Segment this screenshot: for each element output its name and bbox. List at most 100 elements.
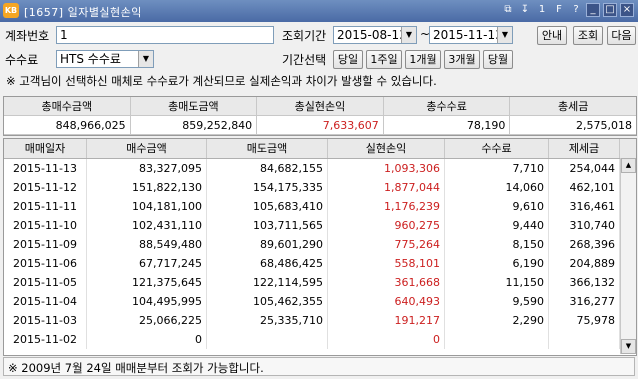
cell-buy: 102,431,110 bbox=[87, 216, 207, 235]
cell-fee: 6,190 bbox=[445, 254, 549, 273]
table-row[interactable]: 2015-11-04 104,495,995 105,462,355 640,493 9… bbox=[4, 292, 636, 311]
cell-sell bbox=[207, 330, 328, 349]
cell-date: 2015-11-06 bbox=[4, 254, 87, 273]
table-row[interactable]: 2015-11-10 102,431,110 103,711,565 960,275 9… bbox=[4, 216, 636, 235]
cell-pnl: 1,093,306 bbox=[328, 159, 445, 178]
period-today-button[interactable]: 당일 bbox=[333, 50, 363, 69]
fee-select[interactable]: HTS 수수료 ▼ bbox=[56, 50, 154, 68]
cell-buy: 0 bbox=[87, 330, 207, 349]
minimize-icon[interactable]: _ bbox=[586, 3, 600, 17]
query-button[interactable]: 조회 bbox=[573, 26, 603, 45]
cell-date: 2015-11-11 bbox=[4, 197, 87, 216]
cell-pnl: 960,275 bbox=[328, 216, 445, 235]
next-button[interactable]: 다음 bbox=[607, 26, 636, 45]
cell-pnl: 1,877,044 bbox=[328, 178, 445, 197]
summary-header-pnl: 총실현손익 bbox=[257, 97, 384, 116]
scroll-down-icon[interactable]: ▼ bbox=[621, 339, 636, 354]
cell-date: 2015-11-09 bbox=[4, 235, 87, 254]
cell-fee: 9,440 bbox=[445, 216, 549, 235]
cell-fee: 8,150 bbox=[445, 235, 549, 254]
cell-tax: 204,889 bbox=[549, 254, 620, 273]
pin-icon[interactable]: ↧ bbox=[518, 3, 532, 17]
cell-buy: 121,375,645 bbox=[87, 273, 207, 292]
cell-tax bbox=[549, 330, 620, 349]
col-header-pnl[interactable]: 실현손익 bbox=[328, 139, 445, 158]
cell-date: 2015-11-10 bbox=[4, 216, 87, 235]
cell-tax: 316,461 bbox=[549, 197, 620, 216]
table-row[interactable]: 2015-11-05 121,375,645 122,114,595 361,668 1… bbox=[4, 273, 636, 292]
cell-date: 2015-11-05 bbox=[4, 273, 87, 292]
cell-sell: 84,682,155 bbox=[207, 159, 328, 178]
daily-pnl-grid: 매매일자 매수금액 매도금액 실현손익 수수료 제세금 2015-11-13 83… bbox=[3, 138, 637, 356]
date-from-value: 2015-08-13 bbox=[337, 28, 407, 42]
col-header-buy[interactable]: 매수금액 bbox=[87, 139, 207, 158]
period-label: 조회기간 bbox=[282, 29, 327, 43]
cell-date: 2015-11-04 bbox=[4, 292, 87, 311]
cell-fee: 7,710 bbox=[445, 159, 549, 178]
cell-sell: 105,462,355 bbox=[207, 292, 328, 311]
period-1month-button[interactable]: 1개월 bbox=[405, 50, 441, 69]
period-1week-button[interactable]: 1주일 bbox=[366, 50, 402, 69]
cell-tax: 462,101 bbox=[549, 178, 620, 197]
fee-dropdown-icon[interactable]: ▼ bbox=[138, 51, 153, 67]
cell-pnl: 558,101 bbox=[328, 254, 445, 273]
table-row[interactable]: 2015-11-03 25,066,225 25,335,710 191,217 2,2… bbox=[4, 311, 636, 330]
table-row[interactable]: 2015-11-11 104,181,100 105,683,410 1,176,23… bbox=[4, 197, 636, 216]
summary-total-fee: 78,190 bbox=[383, 116, 511, 135]
period-select-label: 기간선택 bbox=[282, 53, 327, 67]
cell-date: 2015-11-13 bbox=[4, 159, 87, 178]
maximize-icon[interactable]: □ bbox=[603, 3, 617, 17]
period-3month-button[interactable]: 3개월 bbox=[444, 50, 480, 69]
cell-date: 2015-11-03 bbox=[4, 311, 87, 330]
cell-fee: 9,610 bbox=[445, 197, 549, 216]
fee-notice: ※ 고객님이 선택하신 매체로 수수료가 계산되므로 실제손익과 차이가 발생할… bbox=[6, 74, 437, 88]
close-icon[interactable]: × bbox=[620, 3, 634, 17]
cell-fee bbox=[445, 330, 549, 349]
kb-logo-icon: KB bbox=[3, 3, 19, 18]
date-from-input[interactable]: 2015-08-13 ▼ bbox=[333, 26, 417, 44]
cell-sell: 154,175,335 bbox=[207, 178, 328, 197]
table-row[interactable]: 2015-11-02 0 0 bbox=[4, 330, 636, 349]
cell-tax: 75,978 bbox=[549, 311, 620, 330]
cell-sell: 68,486,425 bbox=[207, 254, 328, 273]
help-button[interactable]: ? bbox=[569, 3, 583, 17]
table-row[interactable]: 2015-11-06 67,717,245 68,486,425 558,101 6,1… bbox=[4, 254, 636, 273]
col-header-sell[interactable]: 매도금액 bbox=[207, 139, 328, 158]
account-label: 계좌번호 bbox=[5, 29, 50, 43]
grid-body: 2015-11-13 83,327,095 84,682,155 1,093,306 7… bbox=[4, 159, 636, 349]
cell-buy: 104,181,100 bbox=[87, 197, 207, 216]
cell-pnl: 361,668 bbox=[328, 273, 445, 292]
cell-sell: 25,335,710 bbox=[207, 311, 328, 330]
summary-table: 총매수금액 총매도금액 총실현손익 총수수료 총세금 848,966,025 8… bbox=[3, 96, 637, 136]
cell-sell: 103,711,565 bbox=[207, 216, 328, 235]
table-row[interactable]: 2015-11-09 88,549,480 89,601,290 775,264 8,1… bbox=[4, 235, 636, 254]
col-header-date[interactable]: 매매일자 bbox=[4, 139, 87, 158]
col-header-tax[interactable]: 제세금 bbox=[549, 139, 620, 158]
scroll-up-icon[interactable]: ▲ bbox=[621, 158, 636, 173]
vertical-scrollbar[interactable]: ▲ ▼ bbox=[620, 158, 636, 354]
date-to-dropdown-icon[interactable]: ▼ bbox=[497, 27, 512, 43]
summary-total-tax: 2,575,018 bbox=[510, 116, 636, 135]
date-from-dropdown-icon[interactable]: ▼ bbox=[401, 27, 416, 43]
table-row[interactable]: 2015-11-13 83,327,095 84,682,155 1,093,306 7… bbox=[4, 159, 636, 178]
cell-pnl: 1,176,239 bbox=[328, 197, 445, 216]
date-to-input[interactable]: 2015-11-13 ▼ bbox=[429, 26, 513, 44]
cell-tax: 310,740 bbox=[549, 216, 620, 235]
status-text: ※ 2009년 7월 24일 매매분부터 조회가 가능합니다. bbox=[8, 361, 264, 375]
favorite-button[interactable]: F bbox=[552, 3, 566, 17]
cell-pnl: 191,217 bbox=[328, 311, 445, 330]
cell-fee: 11,150 bbox=[445, 273, 549, 292]
cell-buy: 83,327,095 bbox=[87, 159, 207, 178]
window-title: [1657] 일자별실현손익 bbox=[24, 6, 142, 19]
account-input[interactable]: 1 bbox=[56, 26, 274, 44]
table-row[interactable]: 2015-11-12 151,822,130 154,175,335 1,877,04… bbox=[4, 178, 636, 197]
cell-tax: 366,132 bbox=[549, 273, 620, 292]
cell-buy: 67,717,245 bbox=[87, 254, 207, 273]
col-header-fee[interactable]: 수수료 bbox=[445, 139, 549, 158]
link-window-icon[interactable]: ⧉ bbox=[501, 3, 515, 17]
screen-one-button[interactable]: 1 bbox=[535, 3, 549, 17]
cell-fee: 14,060 bbox=[445, 178, 549, 197]
period-thismonth-button[interactable]: 당월 bbox=[483, 50, 513, 69]
cell-pnl: 640,493 bbox=[328, 292, 445, 311]
guide-button[interactable]: 안내 bbox=[537, 26, 567, 45]
